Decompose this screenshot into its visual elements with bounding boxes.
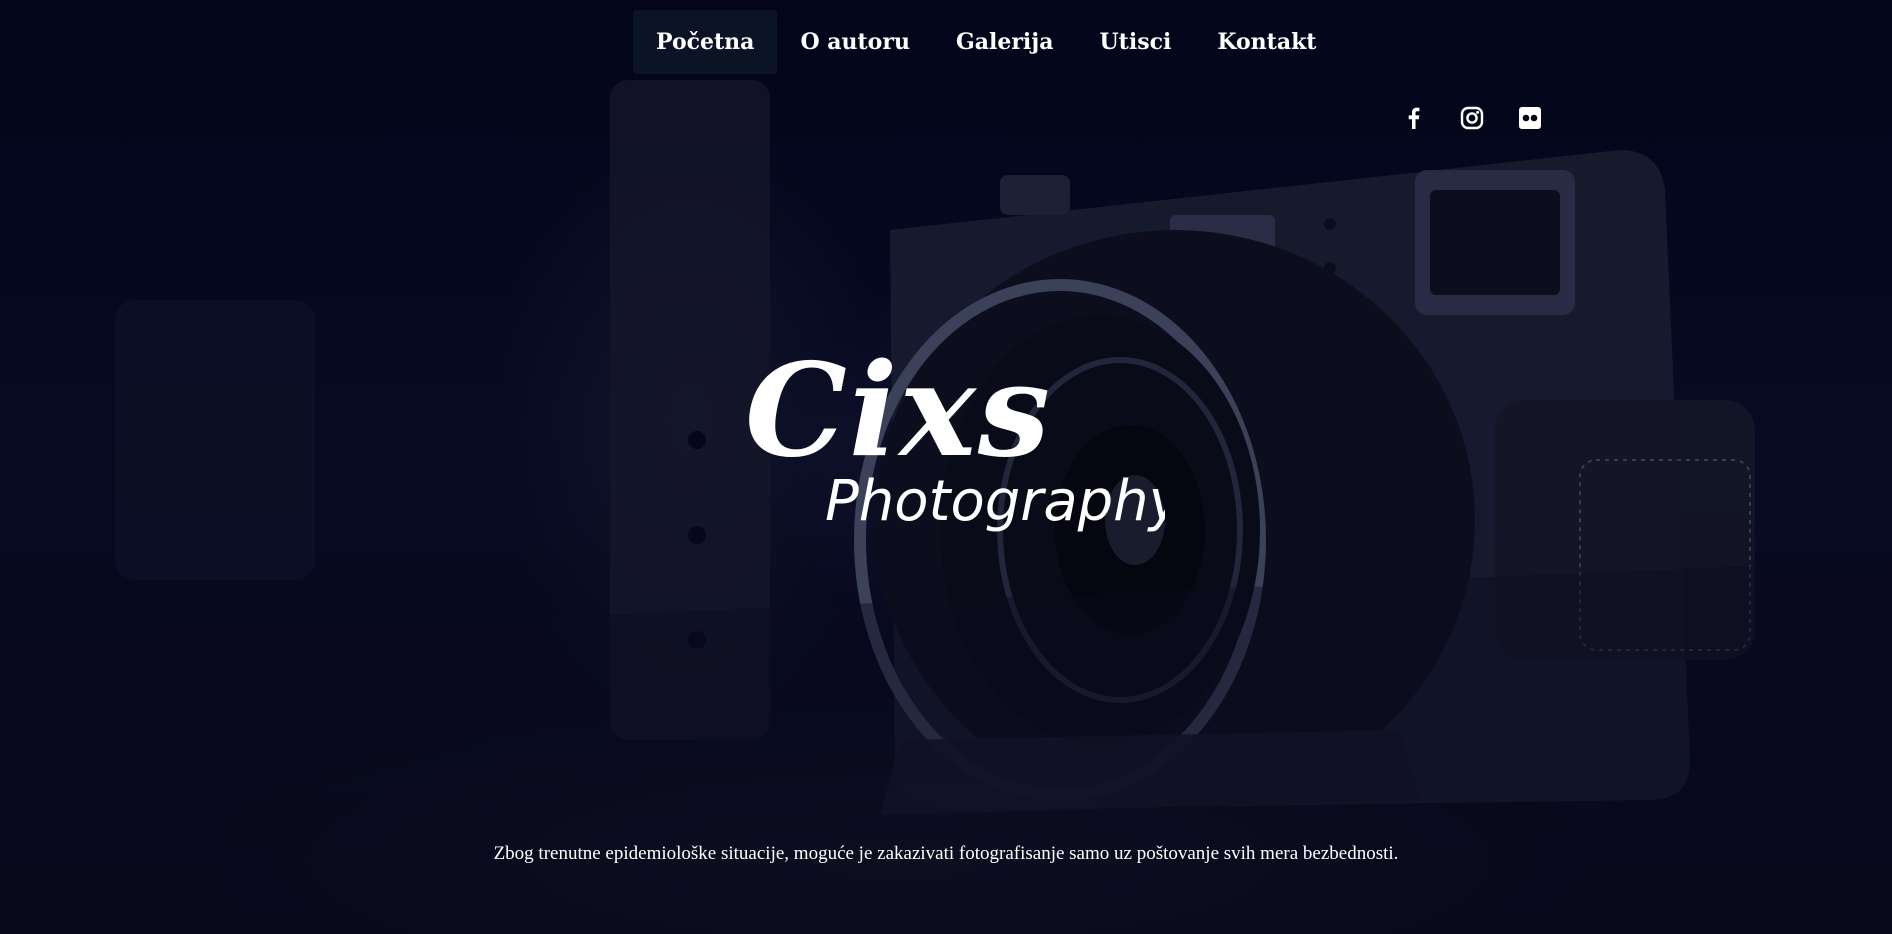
nav-item-kontakt[interactable]: Kontakt [1194,10,1339,74]
flickr-icon[interactable] [1516,104,1544,132]
logo-text-photography: Photography [825,469,1165,534]
hero-section: Početna O autoru Galerija Utisci Kontakt [0,0,1892,934]
instagram-icon[interactable] [1458,104,1486,132]
nav-item-galerija[interactable]: Galerija [933,10,1077,74]
nav-item-o-autoru[interactable]: O autoru [777,10,933,74]
facebook-icon[interactable] [1400,104,1428,132]
notice-text: Zbog trenutne epidemiološke situacije, m… [493,843,1399,864]
social-links [1400,104,1544,132]
main-nav: Početna O autoru Galerija Utisci Kontakt [633,10,1339,74]
nav-item-utisci[interactable]: Utisci [1077,10,1195,74]
nav-item-pocetna[interactable]: Početna [633,10,778,74]
site-logo: Cixs Photography [735,315,1165,555]
logo-text-cixs: Cixs [745,336,1052,486]
